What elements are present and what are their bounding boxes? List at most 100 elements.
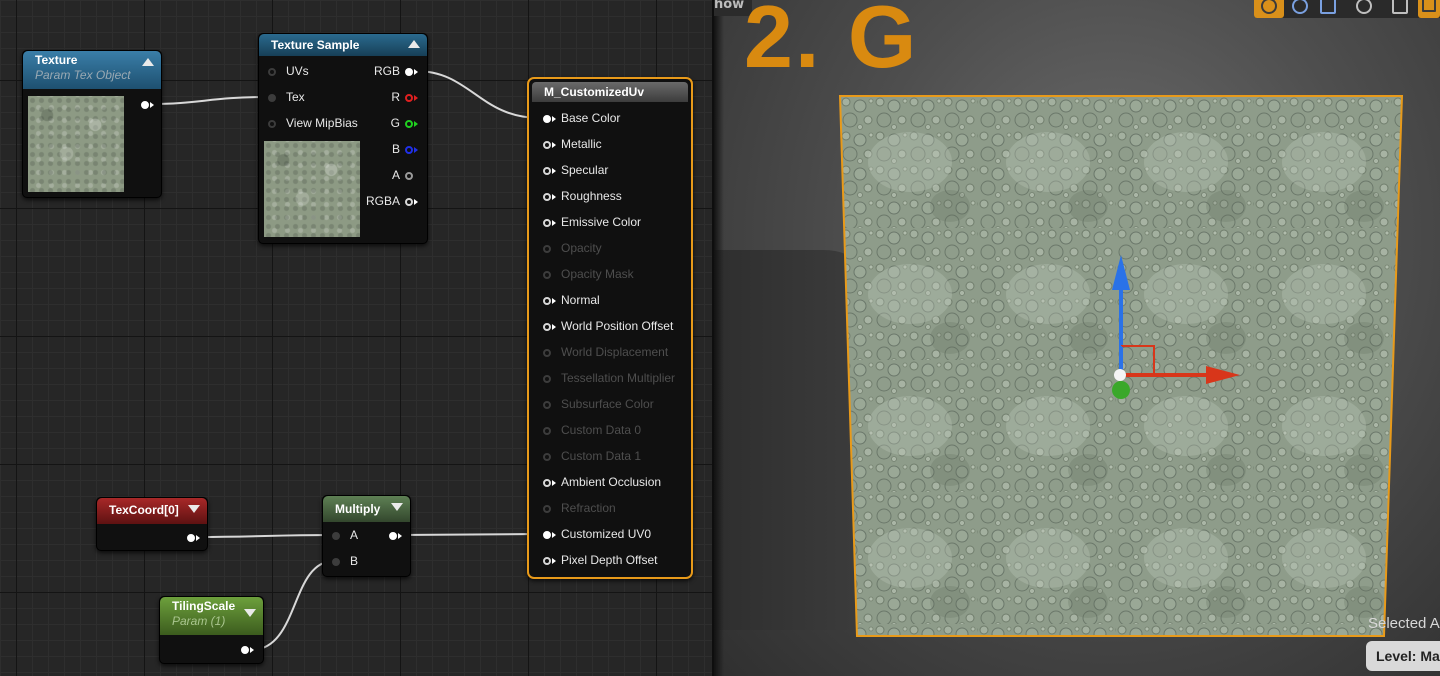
texture-param-node[interactable]: Texture Param Tex Object (22, 50, 162, 198)
multiply-output-pin[interactable] (389, 532, 397, 540)
texture-sample-title: Texture Sample (271, 38, 360, 52)
root-input-label: Custom Data 1 (561, 449, 642, 463)
texture-preview-thumbnail (28, 96, 124, 192)
multiply-b-label: B (350, 554, 359, 568)
texture-sample-node[interactable]: Texture Sample UVs Tex View MipBias RGB … (258, 33, 428, 244)
multiply-b-input-pin[interactable] (332, 558, 340, 566)
gizmo-forward-axis[interactable] (1112, 381, 1130, 399)
tiling-scale-header[interactable]: TilingScale Param (1) (160, 597, 263, 635)
pin-arrow-icon (414, 95, 418, 101)
root-input-pin[interactable] (543, 219, 551, 227)
pin-arrow-icon (414, 199, 418, 205)
wire-texture-to-tex (149, 96, 269, 105)
texture-output-pin[interactable] (141, 101, 149, 109)
pin-arrow-icon (414, 69, 418, 75)
root-input-pin (543, 453, 551, 461)
root-input-label: Ambient Occlusion (561, 475, 662, 489)
multiply-header[interactable]: Multiply (323, 496, 410, 522)
root-input-pin[interactable] (543, 193, 551, 201)
root-input-pin[interactable] (543, 531, 551, 539)
a-output-pin[interactable] (405, 172, 413, 180)
a-output-label: A (391, 168, 400, 182)
pin-arrow-icon (552, 298, 556, 304)
uvs-input-label: UVs (286, 64, 309, 78)
tiling-scale-output-pin[interactable] (241, 646, 249, 654)
tiling-scale-node[interactable]: TilingScale Param (1) (159, 596, 264, 664)
r-output-pin[interactable] (405, 94, 413, 102)
collapse-arrow-icon[interactable] (142, 58, 154, 66)
b-output-label: B (391, 142, 400, 156)
current-level-label[interactable]: Level: Ma (1366, 641, 1440, 671)
view-mipbias-input-label: View MipBias (286, 116, 358, 130)
root-input-label: Opacity (561, 241, 602, 255)
g-output-pin[interactable] (405, 120, 413, 128)
texcoord-node[interactable]: TexCoord[0] (96, 497, 208, 551)
pin-arrow-icon (150, 102, 154, 108)
root-input-label: Emissive Color (561, 215, 642, 229)
root-input-label: Metallic (561, 137, 602, 151)
root-input-pin[interactable] (543, 141, 551, 149)
wire-rgb-to-basecolor (415, 70, 541, 119)
texcoord-title: TexCoord[0] (109, 503, 179, 517)
root-input-pin[interactable] (543, 167, 551, 175)
root-input-label: Specular (561, 163, 609, 177)
texcoord-output-pin[interactable] (187, 534, 195, 542)
gizmo-center-handle[interactable] (1114, 369, 1126, 381)
pin-arrow-icon (552, 116, 556, 122)
pin-arrow-icon (552, 168, 556, 174)
root-input-label: Normal (561, 293, 600, 307)
root-input-pin[interactable] (543, 323, 551, 331)
root-input-label: Refraction (561, 501, 616, 515)
root-input-label: Customized UV0 (561, 527, 652, 541)
pin-arrow-icon (552, 532, 556, 538)
material-root-header[interactable]: M_CustomizedUv (532, 82, 688, 102)
pin-arrow-icon (552, 194, 556, 200)
uvs-input-pin[interactable] (268, 68, 276, 76)
pin-arrow-icon (552, 220, 556, 226)
b-output-pin[interactable] (405, 146, 413, 154)
collapse-arrow-icon[interactable] (188, 505, 200, 513)
view-mipbias-input-pin[interactable] (268, 120, 276, 128)
pin-arrow-icon (552, 324, 556, 330)
texcoord-header[interactable]: TexCoord[0] (97, 498, 207, 524)
texture-sample-header[interactable]: Texture Sample (259, 34, 427, 56)
texture-node-header[interactable]: Texture Param Tex Object (23, 51, 161, 89)
root-input-pin[interactable] (543, 297, 551, 305)
root-input-pin (543, 505, 551, 513)
tex-input-label: Tex (286, 90, 305, 104)
pin-arrow-icon (414, 147, 418, 153)
tiling-scale-title: TilingScale (172, 599, 236, 613)
rgb-output-pin[interactable] (405, 68, 413, 76)
pin-arrow-icon (552, 142, 556, 148)
material-root-node[interactable]: M_CustomizedUv Base Color Metallic Specula… (527, 77, 693, 579)
root-input-pin (543, 427, 551, 435)
root-input-pin[interactable] (543, 115, 551, 123)
root-input-label: World Displacement (561, 345, 669, 359)
root-input-label: Custom Data 0 (561, 423, 642, 437)
root-input-pin (543, 271, 551, 279)
pin-arrow-icon (414, 121, 418, 127)
collapse-arrow-icon[interactable] (391, 503, 403, 511)
collapse-arrow-icon[interactable] (408, 40, 420, 48)
root-input-pin[interactable] (543, 557, 551, 565)
root-input-pin (543, 349, 551, 357)
r-output-label: R (391, 90, 400, 104)
texture-node-title: Texture (35, 53, 78, 67)
pin-arrow-icon (552, 480, 556, 486)
tex-input-pin[interactable] (268, 94, 276, 102)
collapse-arrow-icon[interactable] (244, 609, 256, 617)
rgba-output-label: RGBA (365, 194, 400, 208)
root-input-label: Pixel Depth Offset (561, 553, 658, 567)
pin-arrow-icon (250, 647, 254, 653)
rgba-output-pin[interactable] (405, 198, 413, 206)
texture-sample-preview (264, 141, 360, 237)
multiply-node[interactable]: Multiply A B (322, 495, 411, 577)
multiply-a-input-pin[interactable] (332, 532, 340, 540)
preview-viewport[interactable]: how 2. G Selected A Level: Ma (714, 0, 1440, 676)
root-input-pin (543, 245, 551, 253)
pin-arrow-icon (552, 558, 556, 564)
preview-plane-svg (838, 95, 1404, 637)
root-input-label: Base Color (561, 111, 621, 125)
material-graph-panel[interactable]: Texture Param Tex Object Texture Sample … (0, 0, 712, 676)
root-input-pin[interactable] (543, 479, 551, 487)
